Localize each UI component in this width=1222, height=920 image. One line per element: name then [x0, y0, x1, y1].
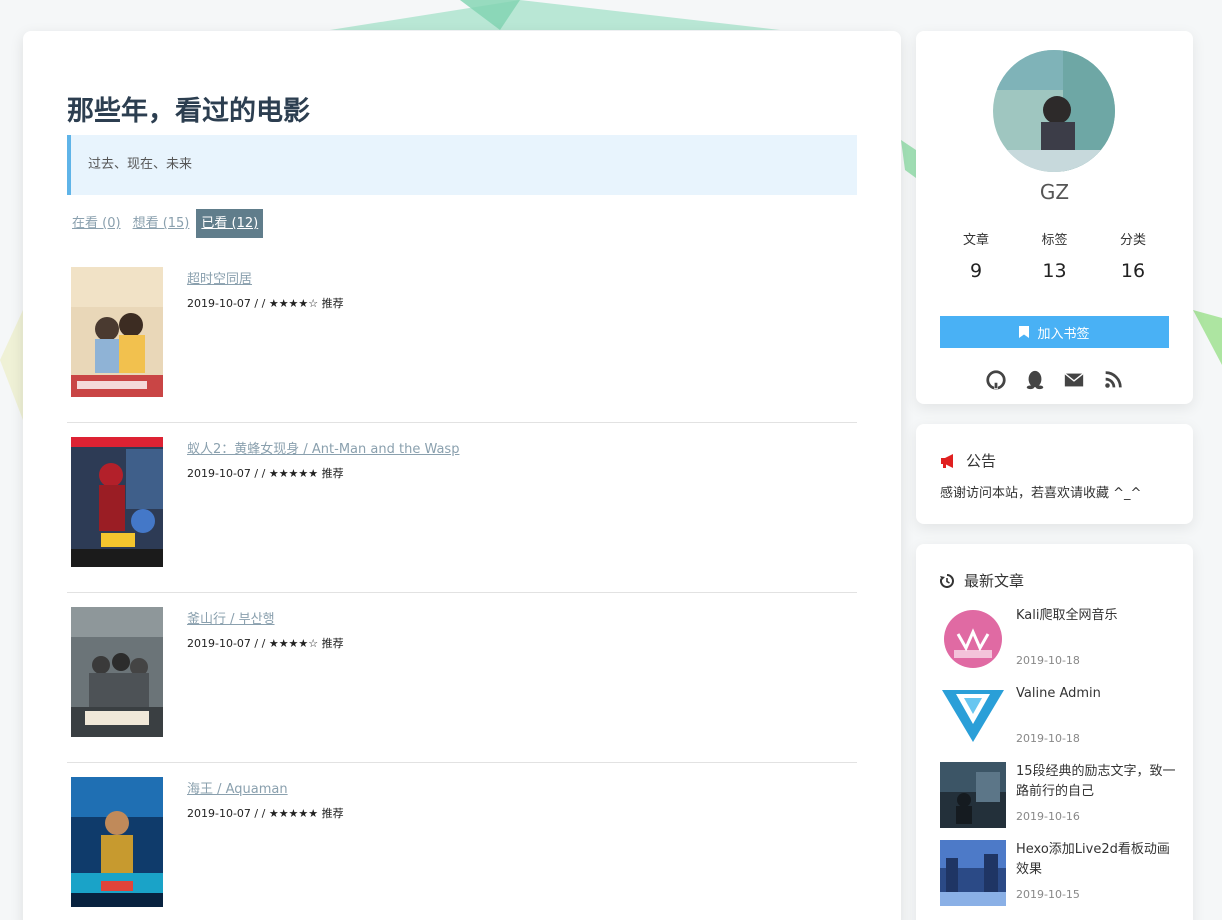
recent-post-title[interactable]: Kali爬取全网音乐	[1016, 606, 1176, 626]
author-card: GZ 文章 9 标签 13 分类 16 加入书签	[916, 31, 1193, 404]
qq-icon[interactable]	[1024, 369, 1046, 391]
recent-posts-card: 最新文章 Kali爬取全网音乐 2019-10-18 Valine Admin …	[916, 544, 1193, 920]
stat-label: 分类	[1119, 233, 1146, 248]
page-title: 那些年，看过的电影	[67, 96, 310, 127]
bookmark-label: 加入书签	[1037, 326, 1090, 342]
movie-item: 海王 / Aquaman 2019-10-07 / / ★★★★★ 推荐	[67, 763, 857, 920]
movie-title-link[interactable]: 釜山行 / 부산행	[187, 608, 275, 627]
add-bookmark-button[interactable]: 加入书签	[940, 316, 1169, 348]
history-icon	[940, 573, 954, 588]
movie-meta: 2019-10-07 / / ★★★★☆ 推荐	[187, 297, 344, 310]
notice-card: 公告 感谢访问本站，若喜欢请收藏 ^_^	[916, 424, 1193, 524]
tab-watched[interactable]: 已看 (12)	[196, 209, 264, 238]
rss-icon[interactable]	[1102, 369, 1124, 391]
author-name: GZ	[1039, 180, 1070, 204]
stat-label: 文章	[962, 233, 989, 248]
stat-categories[interactable]: 分类 16	[1095, 229, 1171, 282]
notice-text: 感谢访问本站，若喜欢请收藏 ^_^	[940, 486, 1142, 501]
page-quote: 过去、现在、未来	[67, 135, 857, 195]
recent-post-item: Kali爬取全网音乐 2019-10-18	[940, 606, 1175, 684]
recent-heading: 最新文章	[964, 572, 1025, 590]
recent-post-item: 15段经典的励志文字，致一路前行的自己 2019-10-16	[940, 762, 1176, 840]
bookmark-icon	[1019, 326, 1030, 338]
movie-title-link[interactable]: 海王 / Aquaman	[187, 778, 288, 797]
tab-watching[interactable]: 在看 (0)	[67, 209, 126, 238]
author-stats: 文章 9 标签 13 分类 16	[938, 229, 1171, 282]
stat-articles[interactable]: 文章 9	[938, 229, 1014, 282]
recent-post-item: Hexo添加Live2d看板动画效果 2019-10-15	[940, 840, 1175, 918]
movie-poster[interactable]	[71, 267, 163, 397]
recent-post-title[interactable]: 15段经典的励志文字，致一路前行的自己	[1016, 762, 1176, 802]
recent-header: 最新文章	[940, 570, 1024, 591]
email-icon[interactable]	[1063, 369, 1085, 391]
recent-post-date: 2019-10-16	[1016, 810, 1080, 823]
recent-post-item: Valine Admin 2019-10-18	[940, 684, 1175, 762]
main-content-card: 那些年，看过的电影 过去、现在、未来 在看 (0) 想看 (15) 已看 (12…	[23, 31, 901, 920]
recent-post-date: 2019-10-18	[1016, 732, 1080, 745]
recent-post-thumbnail[interactable]	[940, 684, 1006, 750]
stat-value: 13	[1042, 260, 1067, 282]
recent-post-title[interactable]: Hexo添加Live2d看板动画效果	[1016, 840, 1176, 880]
movie-item: 超时空同居 2019-10-07 / / ★★★★☆ 推荐	[67, 253, 857, 423]
movie-meta: 2019-10-07 / / ★★★★★ 推荐	[187, 467, 344, 480]
avatar[interactable]	[993, 50, 1115, 172]
movie-poster[interactable]	[71, 437, 163, 567]
recent-post-thumbnail[interactable]	[940, 606, 1006, 672]
recent-post-thumbnail[interactable]	[940, 840, 1006, 906]
movie-meta: 2019-10-07 / / ★★★★☆ 推荐	[187, 637, 344, 650]
movie-tabs: 在看 (0) 想看 (15) 已看 (12)	[67, 209, 265, 238]
movie-meta: 2019-10-07 / / ★★★★★ 推荐	[187, 807, 344, 820]
recent-post-date: 2019-10-15	[1016, 888, 1080, 901]
social-links	[916, 369, 1193, 391]
recent-post-title[interactable]: Valine Admin	[1016, 684, 1176, 704]
github-icon[interactable]	[985, 369, 1007, 391]
movie-poster[interactable]	[71, 607, 163, 737]
notice-heading: 公告	[966, 452, 997, 470]
stat-value: 16	[1120, 260, 1146, 282]
movie-item: 釜山行 / 부산행 2019-10-07 / / ★★★★☆ 推荐	[67, 593, 857, 763]
movie-title-link[interactable]: 蚁人2：黄蜂女现身 / Ant-Man and the Wasp	[187, 438, 459, 457]
movie-poster[interactable]	[71, 777, 163, 907]
tab-wish[interactable]: 想看 (15)	[128, 209, 195, 238]
stat-value: 9	[969, 260, 983, 282]
megaphone-icon	[941, 453, 953, 468]
notice-header: 公告	[940, 450, 996, 471]
recent-post-list: Kali爬取全网音乐 2019-10-18 Valine Admin 2019-…	[940, 606, 1176, 918]
stat-label: 标签	[1041, 233, 1068, 248]
movie-title-link[interactable]: 超时空同居	[187, 268, 252, 287]
movie-item: 蚁人2：黄蜂女现身 / Ant-Man and the Wasp 2019-10…	[67, 423, 857, 593]
stat-tags[interactable]: 标签 13	[1017, 229, 1093, 282]
movie-list: 超时空同居 2019-10-07 / / ★★★★☆ 推荐 蚁人2：黄蜂女现身 …	[67, 253, 857, 920]
recent-post-date: 2019-10-18	[1016, 654, 1080, 667]
recent-post-thumbnail[interactable]	[940, 762, 1006, 828]
